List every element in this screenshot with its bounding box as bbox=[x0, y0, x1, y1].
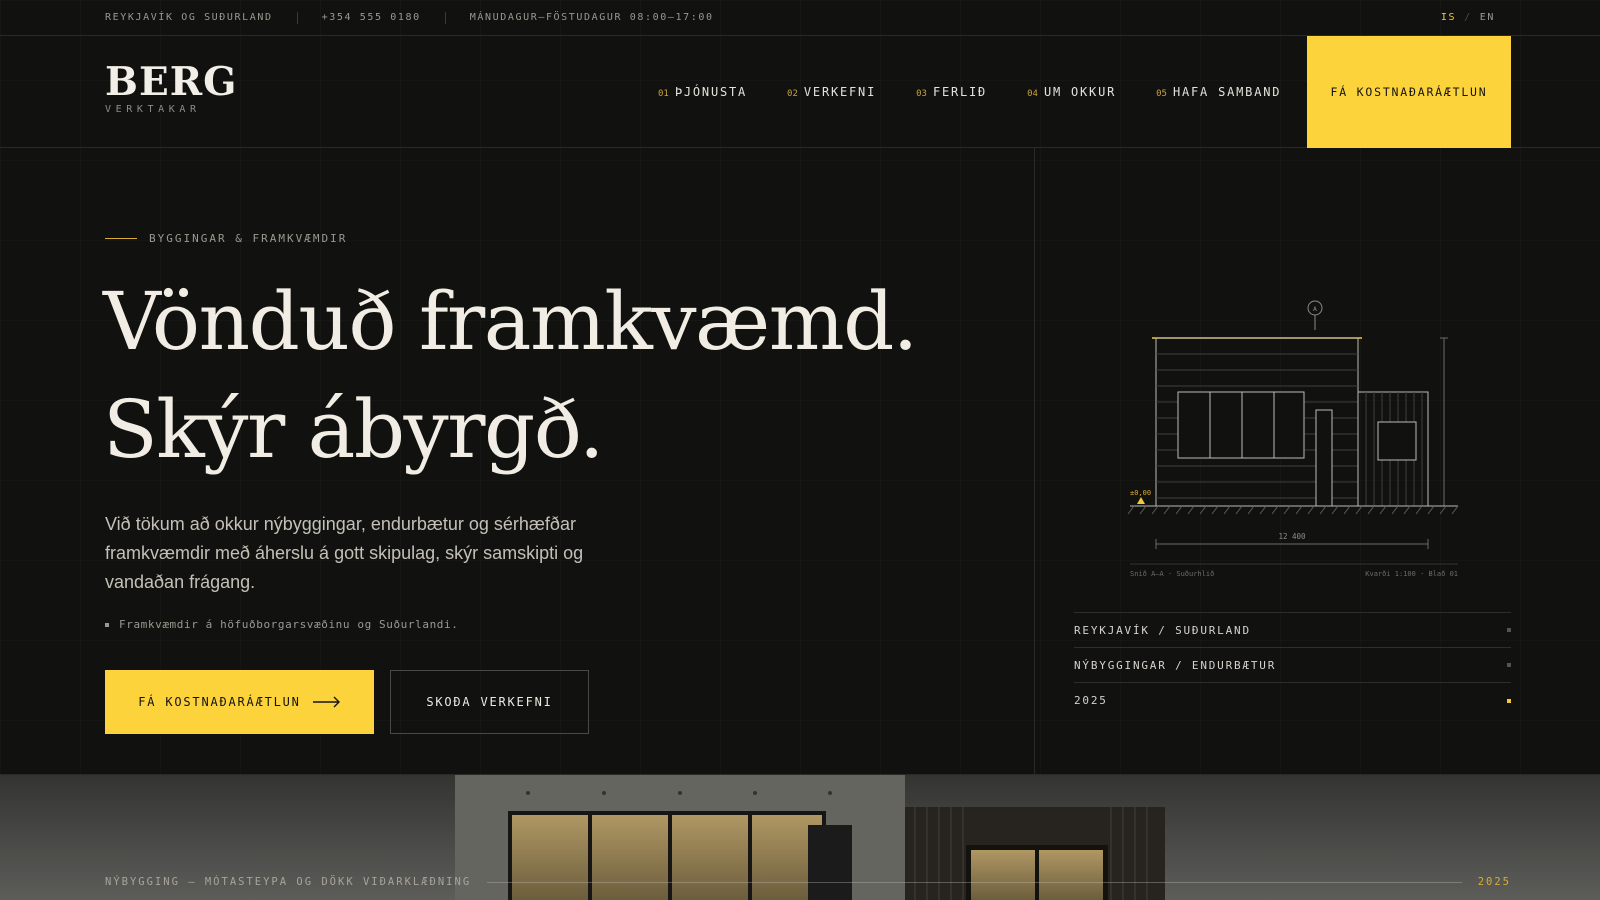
headline-line-1: Vönduð framkvæmd. bbox=[103, 275, 918, 368]
square-bullet-icon bbox=[1507, 628, 1511, 632]
square-bullet-icon bbox=[1507, 698, 1511, 703]
scale-label: Kvarði 1:100 · Blað 01 bbox=[1365, 570, 1458, 578]
note-text: Framkvæmdir á höfuðborgarsvæðinu og Suðu… bbox=[119, 618, 459, 631]
get-estimate-label: FÁ KOSTNAÐARÁÆTLUN bbox=[138, 695, 301, 709]
nav-label: VERKEFNI bbox=[803, 85, 877, 99]
caption-rule bbox=[487, 881, 1462, 883]
architectural-drawing: A ±0,00 12 400 Snið A–A · Suðurhlið Kvar… bbox=[1127, 300, 1459, 578]
nav-item-hafa-samband[interactable]: 05 HAFA SAMBAND bbox=[1156, 85, 1281, 99]
nav-number: 03 bbox=[916, 89, 927, 99]
nav-number: 01 bbox=[658, 89, 669, 99]
nav-number: 04 bbox=[1027, 89, 1038, 99]
nav-item-ferlid[interactable]: 03 FERLIÐ bbox=[916, 85, 987, 99]
info-row-services: NÝBYGGINGAR / ENDURBÆTUR bbox=[1074, 648, 1511, 683]
section-marker-label: A bbox=[1313, 305, 1317, 313]
eyebrow-rule bbox=[105, 238, 137, 239]
window-large bbox=[1177, 391, 1305, 459]
topbar-divider bbox=[296, 11, 298, 24]
square-bullet-icon bbox=[1507, 663, 1511, 667]
arrow-right-icon bbox=[312, 696, 340, 708]
headline-line-2: Skýr ábyrgð. bbox=[103, 383, 604, 476]
nav-item-um-okkur[interactable]: 04 UM OKKUR bbox=[1027, 85, 1116, 99]
topbar-hours: MÁNUDAGUR–FÖSTUDAGUR 08:00–17:00 bbox=[469, 12, 714, 23]
logo-brand: BERG bbox=[105, 59, 238, 105]
main-nav: 01 ÞJÓNUSTA 02 VERKEFNI 03 FERLIÐ 04 UM … bbox=[658, 36, 1281, 148]
get-estimate-button[interactable]: FÁ KOSTNAÐARÁÆTLUN bbox=[105, 670, 374, 734]
nav-label: HAFA SAMBAND bbox=[1172, 85, 1282, 99]
topbar-divider bbox=[444, 11, 446, 24]
info-label: NÝBYGGINGAR / ENDURBÆTUR bbox=[1074, 658, 1277, 672]
info-row-location: REYKJAVÍK / SUÐURLAND bbox=[1074, 613, 1511, 648]
annex-window bbox=[1377, 421, 1417, 461]
language-switcher: IS / EN bbox=[1441, 12, 1495, 23]
topbar-phone[interactable]: +354 555 0180 bbox=[322, 12, 421, 23]
nav-item-thjonusta[interactable]: 01 ÞJÓNUSTA bbox=[658, 85, 747, 99]
site-header: BERG VERKTAKAR 01 ÞJÓNUSTA 02 VERKEFNI 0… bbox=[0, 36, 1600, 148]
level-marker-icon bbox=[1137, 497, 1145, 504]
info-label: 2025 bbox=[1074, 694, 1108, 707]
logo[interactable]: BERG VERKTAKAR bbox=[105, 62, 237, 115]
lang-is-link[interactable]: IS bbox=[1441, 12, 1456, 23]
level-label: ±0,00 bbox=[1130, 489, 1151, 497]
nav-number: 02 bbox=[787, 89, 798, 99]
hero-headline: Vönduð framkvæmd. Skýr ábyrgð. bbox=[103, 268, 918, 484]
nav-label: ÞJÓNUSTA bbox=[674, 85, 748, 99]
door bbox=[1315, 409, 1333, 507]
lang-en-link[interactable]: EN bbox=[1480, 12, 1495, 23]
hero-eyebrow: BYGGINGAR & FRAMKVÆMDIR bbox=[105, 232, 347, 245]
logo-subtitle: VERKTAKAR bbox=[105, 104, 201, 115]
topbar-location: REYKJAVÍK OG SUÐURLAND bbox=[105, 12, 273, 23]
nav-label: FERLIÐ bbox=[932, 85, 988, 99]
nav-item-verkefni[interactable]: 02 VERKEFNI bbox=[787, 85, 876, 99]
view-projects-button[interactable]: SKOÐA VERKEFNI bbox=[390, 670, 589, 734]
hero-note: Framkvæmdir á höfuðborgarsvæðinu og Suðu… bbox=[105, 618, 458, 631]
nav-number: 05 bbox=[1156, 89, 1167, 99]
project-info-list: REYKJAVÍK / SUÐURLAND NÝBYGGINGAR / ENDU… bbox=[1074, 612, 1511, 718]
info-label: REYKJAVÍK / SUÐURLAND bbox=[1074, 623, 1251, 637]
nav-label: UM OKKUR bbox=[1043, 85, 1117, 99]
lang-separator: / bbox=[1464, 12, 1472, 23]
top-bar: REYKJAVÍK OG SUÐURLAND +354 555 0180 MÁN… bbox=[0, 0, 1600, 36]
bullet-icon bbox=[105, 622, 109, 627]
photo-caption: NÝBYGGING — MÓTASTEYPA OG DÖKK VIÐARKLÆÐ… bbox=[105, 876, 1511, 888]
info-row-year: 2025 bbox=[1074, 683, 1511, 718]
caption-text: NÝBYGGING — MÓTASTEYPA OG DÖKK VIÐARKLÆÐ… bbox=[105, 876, 472, 888]
hero-lead: Við tökum að okkur nýbyggingar, endurbæt… bbox=[105, 514, 584, 592]
width-dimension-label: 12 400 bbox=[1278, 532, 1306, 541]
eyebrow-text: BYGGINGAR & FRAMKVÆMDIR bbox=[149, 232, 348, 245]
caption-year: 2025 bbox=[1477, 876, 1511, 888]
section-title-label: Snið A–A · Suðurhlið bbox=[1130, 570, 1214, 578]
header-cta-button[interactable]: FÁ KOSTNAÐARÁÆTLUN bbox=[1307, 36, 1511, 148]
hero-divider bbox=[1034, 148, 1035, 774]
